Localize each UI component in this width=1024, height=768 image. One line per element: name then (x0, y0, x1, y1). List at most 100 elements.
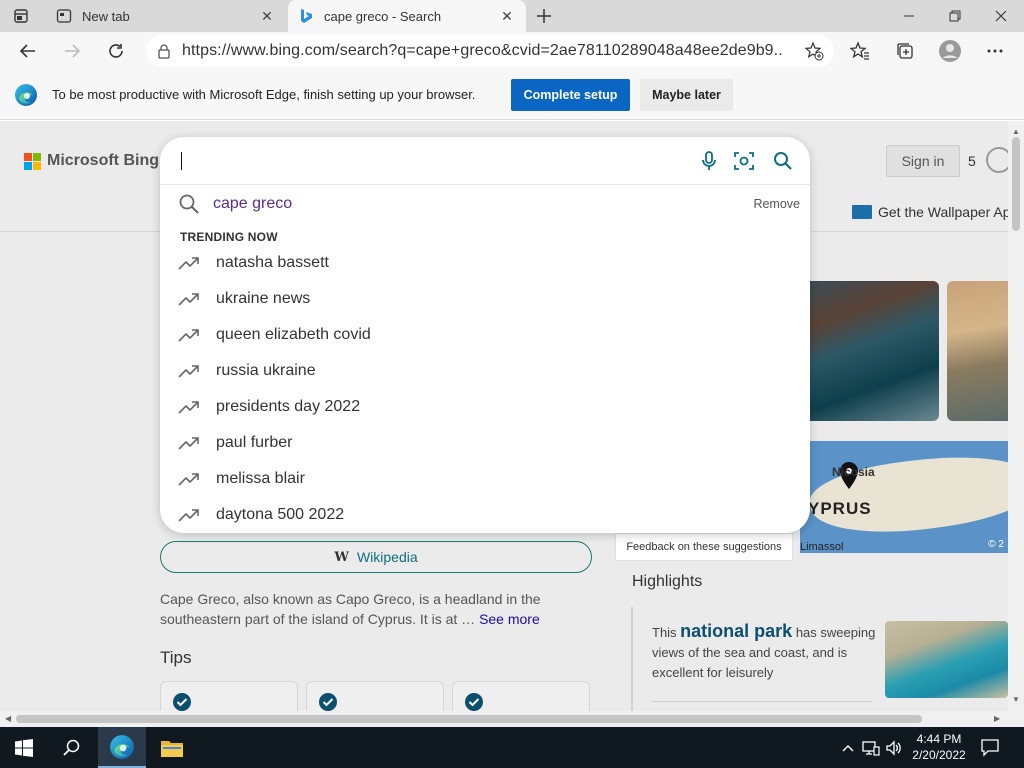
trending-item[interactable]: melissa blair (160, 462, 810, 498)
add-favorite-icon[interactable] (804, 41, 824, 66)
search-box[interactable] (160, 137, 810, 185)
trending-text: natasha bassett (216, 254, 329, 271)
get-wallpaper-app-link[interactable]: Get the Wallpaper Ap (852, 204, 1008, 220)
visual-search-icon[interactable] (732, 149, 756, 173)
trending-item[interactable]: daytona 500 2022 (160, 498, 810, 534)
search-icon (63, 739, 80, 756)
favorites-star-icon (850, 41, 869, 60)
complete-setup-button[interactable]: Complete setup (511, 79, 630, 111)
close-window-button[interactable] (978, 0, 1024, 32)
wikipedia-button[interactable]: W Wikipedia (160, 541, 592, 573)
trending-arrow-icon (178, 329, 199, 342)
scroll-left-arrow-icon[interactable]: ◀ (5, 714, 11, 723)
volume-button[interactable] (884, 738, 904, 758)
restore-button[interactable] (932, 0, 978, 32)
trending-text: queen elizabeth covid (216, 326, 371, 343)
check-circle-icon (465, 693, 483, 711)
back-button[interactable] (13, 36, 43, 66)
close-tab-icon[interactable]: ✕ (258, 7, 276, 25)
close-tab-icon[interactable]: ✕ (498, 7, 516, 25)
infobar-message: To be most productive with Microsoft Edg… (52, 87, 476, 102)
forward-button[interactable] (57, 36, 87, 66)
lock-icon[interactable] (146, 43, 182, 59)
tab-title: New tab (82, 8, 130, 24)
trending-text: paul furber (216, 434, 293, 451)
scroll-up-arrow-icon[interactable]: ▲ (1012, 127, 1020, 136)
highlight-keyword[interactable]: national park (680, 621, 792, 641)
microphone-icon[interactable] (697, 149, 721, 173)
refresh-button[interactable] (101, 36, 131, 66)
horizontal-scroll-thumb[interactable] (16, 715, 922, 723)
trending-arrow-icon (178, 473, 199, 486)
check-circle-icon (173, 693, 191, 711)
trending-item[interactable]: presidents day 2022 (160, 390, 810, 426)
vertical-scrollbar[interactable]: ▲ ▼ (1008, 121, 1024, 711)
scroll-down-arrow-icon[interactable]: ▼ (1012, 695, 1020, 704)
microsoft-bing-logo[interactable]: Microsoft Bing (24, 152, 159, 170)
highlight-image[interactable] (885, 621, 1008, 698)
network-status-button[interactable] (861, 738, 881, 758)
url-text[interactable]: https://www.bing.com/search?q=cape+greco… (182, 42, 782, 60)
edge-taskbar-button[interactable] (98, 727, 146, 768)
sign-in-button[interactable]: Sign in (886, 145, 960, 177)
cape-greco-image-2[interactable] (947, 281, 1008, 421)
trending-item[interactable]: natasha bassett (160, 246, 810, 282)
search-history-item[interactable]: cape greco Remove (160, 189, 810, 221)
address-bar[interactable]: https://www.bing.com/search?q=cape+greco… (146, 35, 834, 67)
close-icon (995, 10, 1007, 22)
more-horizontal-icon (987, 49, 1003, 53)
trending-item[interactable]: paul furber (160, 426, 810, 462)
map-label-town: Limassol (800, 541, 844, 553)
bing-logo-text: Microsoft Bing (47, 152, 159, 169)
remove-history-button[interactable]: Remove (753, 197, 800, 211)
map-copyright: © 2 (988, 539, 1004, 550)
maybe-later-button[interactable]: Maybe later (640, 79, 733, 111)
tab-actions-menu-button[interactable] (10, 6, 32, 26)
new-tab-button[interactable] (532, 5, 556, 27)
arrow-left-icon (19, 44, 35, 58)
favorites-button[interactable] (845, 36, 875, 66)
search-taskbar-button[interactable] (48, 727, 96, 768)
rewards-count[interactable]: 5 (968, 153, 976, 169)
edge-logo-icon (110, 734, 134, 759)
system-clock[interactable]: 4:44 PM 2/20/2022 (908, 731, 970, 763)
vertical-scroll-thumb[interactable] (1012, 137, 1020, 231)
history-text[interactable]: cape greco (213, 195, 292, 213)
tab-strip: New tab ✕ cape greco - Search ✕ (0, 0, 1024, 32)
clock-date: 2/20/2022 (912, 748, 966, 762)
trending-arrow-icon (178, 365, 199, 378)
profile-button[interactable] (935, 36, 965, 66)
scroll-right-arrow-icon[interactable]: ▶ (994, 714, 1000, 723)
minimize-button[interactable] (886, 0, 932, 32)
trending-item[interactable]: queen elizabeth covid (160, 318, 810, 354)
file-explorer-button[interactable] (148, 727, 196, 768)
feedback-on-suggestions-link[interactable]: Feedback on these suggestions (615, 533, 793, 561)
new-tab-page-icon (56, 8, 72, 24)
windows-logo-icon (15, 738, 33, 757)
start-button[interactable] (0, 727, 48, 768)
search-submit-icon[interactable] (771, 149, 795, 173)
cape-greco-image-1[interactable] (804, 281, 939, 421)
trending-item[interactable]: ukraine news (160, 282, 810, 318)
tip-card[interactable] (306, 681, 444, 711)
horizontal-scrollbar[interactable]: ◀ ▶ (0, 711, 1008, 727)
trending-arrow-icon (178, 293, 199, 306)
chevron-up-icon (842, 745, 854, 752)
highlights-heading: Highlights (632, 573, 703, 590)
tab-new-tab[interactable]: New tab ✕ (46, 0, 286, 32)
cyprus-map[interactable]: Nicosia YPRUS Limassol © 2 (800, 441, 1008, 553)
action-center-button[interactable] (980, 737, 1000, 762)
settings-menu-button[interactable] (980, 36, 1010, 66)
highlights-divider (631, 607, 633, 711)
tip-card[interactable] (160, 681, 298, 711)
rewards-trophy-icon[interactable] (986, 147, 1008, 173)
trending-item[interactable]: russia ukraine (160, 354, 810, 390)
tip-card[interactable] (452, 681, 590, 711)
show-hidden-icons-button[interactable] (838, 738, 858, 758)
collections-button[interactable] (890, 36, 920, 66)
see-more-link[interactable]: See more (479, 611, 540, 627)
tab-cape-greco-search[interactable]: cape greco - Search ✕ (288, 0, 526, 32)
entity-description: Cape Greco, also known as Capo Greco, is… (160, 589, 590, 629)
minimize-icon (904, 15, 914, 17)
scrollbar-corner (1008, 711, 1024, 727)
